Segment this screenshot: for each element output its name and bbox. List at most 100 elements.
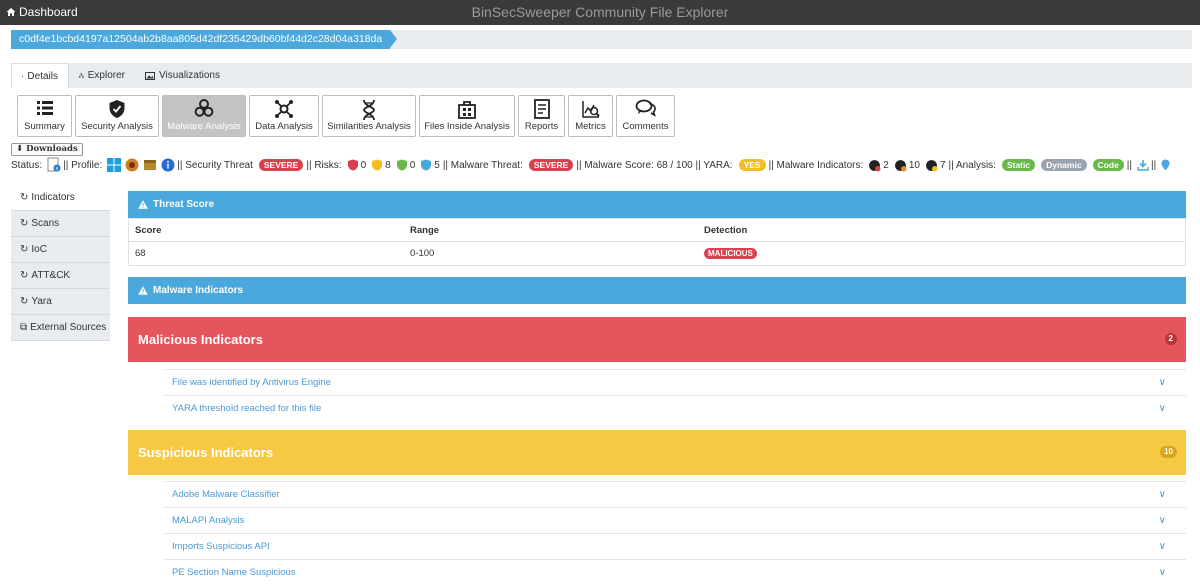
malware-score-text: || Malware Score: 68 / 100 || YARA:	[576, 159, 733, 171]
malware-indicators-header: Malware Indicators	[128, 277, 1186, 304]
files-inside-analysis-button[interactable]: Files Inside Analysis	[419, 95, 515, 137]
tab-bar: Details Explorer Visualizations	[11, 63, 1192, 88]
chart-search-icon	[581, 101, 600, 118]
sidebar-item-indicators[interactable]: ↻ Indicators	[11, 185, 110, 211]
radiation-icon	[125, 158, 139, 172]
metrics-button[interactable]: Metrics	[568, 95, 613, 137]
comments-button[interactable]: Comments	[616, 95, 675, 137]
malware-threat-label: || Malware Threat:	[442, 159, 523, 171]
risks-label: || Risks:	[306, 159, 342, 171]
list-item[interactable]: PE Section Name Suspicious ∨	[164, 559, 1186, 585]
tab-visualizations-label: Visualizations	[159, 70, 220, 81]
chevron-down-icon: ∨	[1158, 567, 1166, 578]
sidebar-item-yara[interactable]: ↻ Yara	[11, 289, 110, 315]
refresh-icon: ↻	[20, 295, 29, 307]
summary-button[interactable]: Summary	[17, 95, 72, 137]
network-icon	[275, 100, 293, 118]
threat-score-table: Score Range Detection 68 0-100 MALICIOUS	[128, 218, 1186, 266]
malware-analysis-button[interactable]: Malware Analysis	[162, 95, 246, 137]
status-label: Status:	[11, 159, 43, 171]
chevron-down-icon: ∨	[1158, 377, 1166, 388]
malicious-indicators-band: Malicious Indicators 2	[128, 317, 1186, 362]
sidebar-item-label: ATT&CK	[31, 269, 71, 281]
security-analysis-button[interactable]: Security Analysis	[75, 95, 159, 137]
risk-high-icon	[372, 159, 383, 171]
sidebar: ↻ Indicators ↻ Scans ↻ IoC ↻ ATT&CK ↻ Yara ⧉ E…	[11, 185, 110, 341]
refresh-icon: ↻	[20, 243, 29, 255]
tab-visualizations[interactable]: Visualizations	[135, 63, 230, 88]
range-column-header: Range	[410, 225, 440, 236]
chevron-down-icon: ∨	[1158, 489, 1166, 500]
sidebar-item-label: External Sources	[30, 321, 107, 333]
summary-button-label: Summary	[24, 121, 65, 132]
refresh-icon: ↻	[20, 217, 29, 229]
biohazard-icon	[194, 99, 214, 117]
sidebar-item-external-sources[interactable]: ⧉ External Sources	[11, 315, 110, 341]
risk-medium-icon	[396, 159, 407, 171]
chevron-down-icon: ∨	[1158, 541, 1166, 552]
similarities-analysis-button[interactable]: Similarities Analysis	[322, 95, 416, 137]
tab-details-label: Details	[27, 70, 58, 82]
risk-medium-count: 0	[409, 159, 416, 171]
detection-cell: MALICIOUS	[698, 242, 1185, 265]
download-status-icon[interactable]	[1137, 159, 1149, 171]
security-analysis-button-label: Security Analysis	[81, 121, 153, 132]
data-analysis-button[interactable]: Data Analysis	[249, 95, 319, 137]
table-row: 68 0-100 MALICIOUS	[129, 242, 1185, 265]
downloads-label: Downloads	[26, 144, 78, 154]
sidebar-item-scans[interactable]: ↻ Scans	[11, 211, 110, 237]
threat-score-title: Threat Score	[153, 199, 215, 210]
static-tag: Static	[1001, 159, 1036, 171]
malicious-indicator-list: File was identified by Antivirus Engine ∨…	[164, 369, 1186, 421]
malicious-indicator-count: 2	[883, 159, 889, 171]
sidebar-item-ioc[interactable]: ↻ IoC	[11, 237, 110, 263]
table-header-row: Score Range Detection	[129, 219, 1185, 242]
chevron-down-icon: ∨	[1158, 515, 1166, 526]
spy-malicious-icon	[869, 159, 881, 171]
suspicious-indicators-band: Suspicious Indicators 10	[128, 430, 1186, 475]
downloads-button[interactable]: ⬇ Downloads	[11, 143, 83, 156]
list-item[interactable]: Imports Suspicious API ∨	[164, 533, 1186, 559]
tab-explorer-label: Explorer	[87, 70, 125, 81]
suspicious-indicators-title: Suspicious Indicators	[138, 445, 274, 460]
windows-icon	[107, 158, 122, 172]
status-separator: ||	[1126, 159, 1132, 171]
image-icon	[145, 71, 155, 80]
metrics-button-label: Metrics	[575, 121, 606, 132]
list-item[interactable]: YARA threshold reached for this file ∨	[164, 395, 1186, 421]
suspicious-indicator-count: 10	[908, 159, 920, 171]
sidebar-item-label: IoC	[31, 243, 47, 255]
code-tag: Code	[1092, 159, 1124, 171]
suspicious-indicator-list: Adobe Malware Classifier ∨ MALAPI Analysi…	[164, 481, 1186, 585]
archive-profile-icon	[144, 160, 157, 170]
status-line: Status: || Profile: || Security Threat S…	[11, 157, 1196, 173]
list-item[interactable]: MALAPI Analysis ∨	[164, 507, 1186, 533]
reports-button[interactable]: Reports	[518, 95, 565, 137]
sidebar-item-attack[interactable]: ↻ ATT&CK	[11, 263, 110, 289]
range-value: 0-100	[410, 248, 435, 259]
list-icon	[36, 101, 53, 115]
spy-suspicious-icon	[894, 159, 907, 171]
status-separator-2: ||	[1151, 159, 1157, 171]
indicator-label: Adobe Malware Classifier	[172, 489, 280, 500]
shield-icon	[109, 100, 125, 118]
sidebar-item-label: Indicators	[31, 191, 75, 203]
malicious-badge: MALICIOUS	[704, 248, 757, 259]
malicious-indicators-title: Malicious Indicators	[138, 332, 263, 347]
list-item[interactable]: Adobe Malware Classifier ∨	[164, 481, 1186, 507]
sitemap-icon	[79, 73, 84, 78]
tab-details[interactable]: Details	[11, 63, 69, 88]
comments-button-label: Comments	[622, 121, 669, 132]
malware-indicators-label: || Malware Indicators:	[768, 159, 864, 171]
list-item[interactable]: File was identified by Antivirus Engine ∨	[164, 369, 1186, 395]
location-pin-icon[interactable]	[1161, 159, 1170, 171]
similarities-analysis-button-label: Similarities Analysis	[327, 121, 411, 132]
spy-informative-icon	[926, 159, 938, 171]
malware-indicators-title: Malware Indicators	[153, 285, 244, 296]
security-threat-label: || Security Threat	[177, 159, 253, 171]
security-threat-badge: SEVERE	[258, 159, 304, 171]
dynamic-tag: Dynamic	[1041, 159, 1087, 171]
chevron-down-icon: ∨	[1158, 403, 1166, 414]
tab-explorer[interactable]: Explorer	[69, 63, 135, 88]
file-hash-crumb[interactable]: c0df4e1bcbd4197a12504ab2b8aa805d42df2354…	[11, 30, 398, 49]
